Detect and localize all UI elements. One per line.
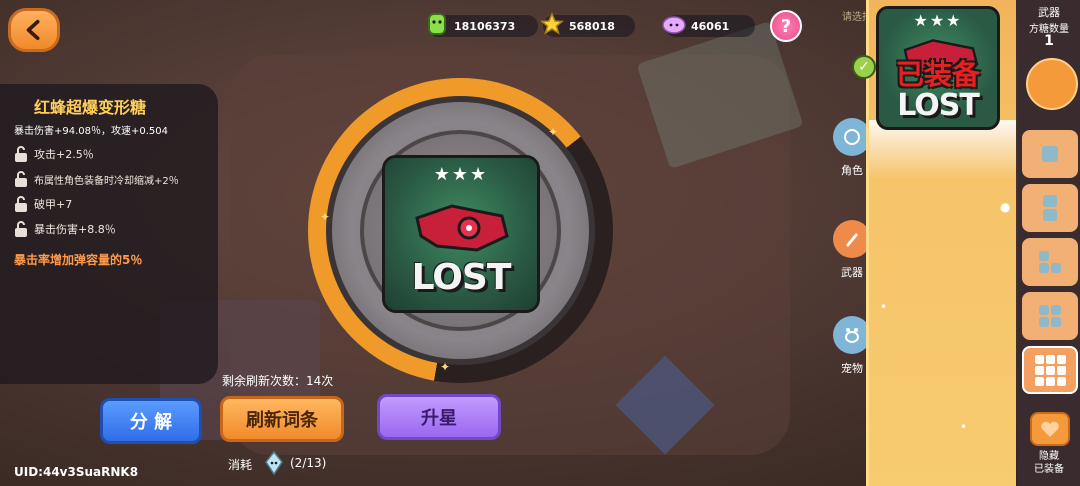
sub-stat-label: 攻击+2.5％	[34, 148, 94, 161]
hide-equipped-label: 隐藏 已装备	[1034, 451, 1064, 475]
block-icon	[1039, 251, 1061, 273]
item-info-panel: 红蜂超爆变形糖 暴击伤害+94.08％，攻速+0.504 攻击+2.5％ 布属性…	[0, 84, 218, 384]
tab-label: 武器	[841, 266, 863, 279]
decompose-button[interactable]: 分 解	[100, 398, 202, 444]
item-card[interactable]: ★★★ LOST	[382, 155, 540, 313]
sparkle-icon: ✦	[320, 210, 331, 224]
star-icon	[539, 9, 565, 39]
block-icon	[1039, 305, 1061, 327]
bubble-icon: ●	[1000, 200, 1011, 214]
block-slot-2[interactable]	[1022, 184, 1078, 232]
refresh-remaining: 剩余刷新次数：14次	[222, 374, 334, 388]
equipped-item-card[interactable]: ★★★ 已装备 LOST	[876, 6, 1000, 130]
currency-star: 568018	[540, 12, 635, 37]
sidebar-title: 武器	[1038, 6, 1060, 19]
star-up-button[interactable]: 升星	[377, 394, 501, 440]
cloud-icon	[661, 9, 687, 39]
tab-label: 角色	[841, 164, 863, 177]
sub-stat-row[interactable]: 破甲+7	[14, 196, 218, 212]
sub-stat-row[interactable]: 暴击伤害+8.8％	[14, 221, 218, 237]
equipped-star-rating: ★★★	[913, 11, 963, 30]
consume-label: 消耗	[228, 458, 253, 472]
sub-stat-label: 破甲+7	[34, 198, 73, 211]
bubble-icon: •	[960, 420, 968, 434]
block-slot-1[interactable]	[1022, 130, 1078, 178]
material-icon	[265, 450, 283, 476]
sparkle-icon: ✦	[440, 360, 451, 374]
block-icon	[1034, 354, 1066, 386]
item-special-effect: 暴击率增加弹容量的5％	[14, 253, 143, 267]
star-count: 568018	[569, 19, 615, 33]
weapon-icon	[415, 204, 509, 252]
unlock-icon	[15, 171, 27, 187]
block-slot-3[interactable]	[1022, 238, 1078, 286]
sugar-count: 1	[1044, 33, 1054, 49]
heart-icon	[1041, 421, 1059, 437]
gem-icon	[424, 9, 450, 39]
hide-equipped-toggle[interactable]	[1030, 412, 1070, 446]
bubble-icon: •	[880, 300, 888, 314]
block-slot-4[interactable]	[1022, 292, 1078, 340]
sub-stat-row[interactable]: 布属性角色装备时冷却缩减+2％	[14, 171, 218, 187]
equipped-card-title: LOST	[897, 88, 980, 123]
tab-label: 宠物	[841, 362, 863, 375]
refresh-stats-button[interactable]: 刷新词条	[220, 396, 344, 442]
block-slot-5[interactable]	[1022, 346, 1078, 394]
user-id: UID:44v3SuaRNK8	[14, 465, 139, 479]
block-icon	[1043, 195, 1057, 221]
sub-stat-row[interactable]: 攻击+2.5％	[14, 146, 218, 162]
sparkle-icon: ✦	[548, 125, 559, 139]
unlock-icon	[15, 146, 27, 162]
sub-stat-label: 暴击伤害+8.8％	[34, 223, 116, 236]
check-icon: ✓	[852, 55, 876, 79]
currency-gem: 18106373	[428, 13, 538, 37]
sub-stat-label: 布属性角色装备时冷却缩减+2％	[34, 175, 179, 187]
item-name: 红蜂超爆变形糖	[34, 98, 147, 117]
gem-count: 18106373	[454, 19, 516, 33]
item-main-stats: 暴击伤害+94.08％，攻速+0.504	[14, 126, 169, 137]
chevron-left-icon	[26, 19, 40, 41]
unlock-icon	[15, 196, 27, 212]
sugar-slot[interactable]	[1026, 58, 1078, 110]
block-icon	[1042, 146, 1058, 162]
star-rating: ★★★	[433, 164, 489, 185]
cloud-count: 46061	[691, 19, 730, 33]
currency-cloud: 46061	[662, 15, 755, 37]
back-button[interactable]	[8, 8, 60, 52]
consume-count: (2/13)	[290, 456, 327, 470]
card-title: LOST	[411, 257, 512, 298]
unlock-icon	[15, 221, 27, 237]
help-button[interactable]: ?	[770, 10, 802, 42]
equipped-badge: 已装备	[895, 58, 980, 91]
